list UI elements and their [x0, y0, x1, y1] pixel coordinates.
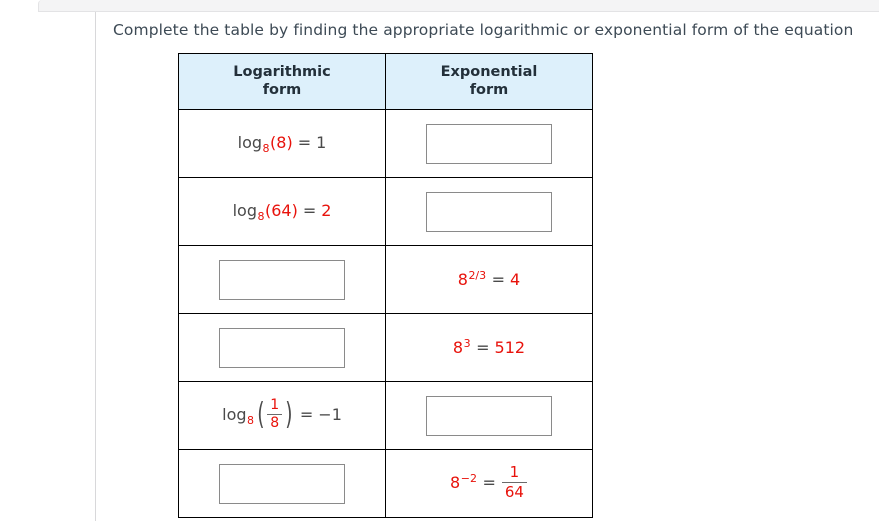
log-base: 8	[257, 210, 265, 224]
paren-close: )	[285, 396, 293, 432]
fraction-one-sixtyfourth: 1 64	[501, 463, 527, 501]
log-base: 8	[247, 414, 255, 428]
paren-close: )	[291, 201, 298, 221]
header-exponential-line1: Exponential	[440, 64, 538, 80]
fraction-numerator: 1	[270, 397, 280, 414]
fraction-denominator: 8	[270, 414, 280, 431]
paren-open: (	[256, 396, 265, 432]
header-exponential-form: Exponential form	[385, 52, 593, 111]
cell-exp-form-row-2	[385, 177, 593, 247]
expression-8-pow-neg-2: 8−2 = 1 64	[450, 463, 528, 501]
fraction-one-eighth: 18	[267, 397, 283, 431]
equals-sign: =	[302, 201, 317, 221]
cell-exp-form-row-1	[385, 109, 593, 179]
log-keyword: log	[222, 405, 247, 425]
answer-input-exp-row-5[interactable]	[426, 395, 552, 436]
result-value: 4	[510, 270, 521, 290]
fraction-denominator: 64	[504, 482, 524, 501]
equals-sign: =	[476, 338, 490, 358]
left-rail-divider	[0, 12, 96, 521]
table-row: 8−2 = 1 64	[178, 449, 593, 519]
cell-log-form-row-6	[178, 449, 386, 519]
table-row: log8(1 8) = −1	[178, 381, 593, 451]
result-value: 512	[494, 338, 526, 358]
content-area: Complete the table by finding the approp…	[97, 12, 879, 521]
equals-sign: =	[297, 133, 312, 153]
expression-log-8-of-8: log8(8) = 1	[238, 135, 327, 154]
log-argument: 64	[271, 201, 292, 221]
question-prompt: Complete the table by finding the approp…	[113, 21, 854, 39]
cell-log-form-row-5: log8(1 8) = −1	[178, 381, 386, 451]
exp-base: 8	[457, 270, 468, 290]
equals-sign: =	[491, 270, 506, 290]
window-top-strip	[38, 0, 879, 12]
cell-exp-form-row-5	[385, 381, 593, 451]
log-base: 8	[262, 142, 270, 156]
result-value: 1	[316, 133, 327, 153]
exp-exponent: −2	[460, 472, 477, 486]
log-keyword: log	[232, 201, 257, 221]
exp-base: 8	[452, 338, 464, 358]
equals-sign: =	[482, 473, 496, 493]
exp-exponent: 2/3	[468, 269, 487, 283]
answer-input-log-row-4[interactable]	[219, 327, 345, 368]
exp-exponent: 3	[463, 337, 471, 351]
expression-log-8-of-64: log8(64) = 2	[233, 203, 332, 222]
table-row: log8(8) = 1	[178, 109, 593, 179]
cell-exp-form-row-6: 8−2 = 1 64	[385, 449, 593, 519]
result-value: 2	[321, 201, 332, 221]
answer-input-log-row-3[interactable]	[219, 259, 345, 300]
log-argument: 8	[276, 133, 287, 153]
header-logarithmic-line2: form	[262, 82, 302, 99]
equals-sign: =	[299, 405, 314, 425]
table-row: log8(64) = 2	[178, 177, 593, 247]
log-exp-table: Logarithmic form Exponential form log8(8…	[178, 52, 593, 519]
cell-log-form-row-4	[178, 313, 386, 383]
header-exponential-line2: form	[469, 82, 509, 99]
answer-input-exp-row-1[interactable]	[426, 123, 552, 164]
cell-log-form-row-1: log8(8) = 1	[178, 109, 386, 179]
header-logarithmic-line1: Logarithmic	[233, 64, 331, 80]
result-value: −1	[318, 405, 342, 425]
table-row: 82/3 = 4	[178, 245, 593, 315]
table-header-row: Logarithmic form Exponential form	[178, 52, 593, 111]
expression-8-pow-3: 83 = 512	[453, 338, 525, 356]
cell-exp-form-row-4: 83 = 512	[385, 313, 593, 383]
cell-log-form-row-3	[178, 245, 386, 315]
cell-exp-form-row-3: 82/3 = 4	[385, 245, 593, 315]
paren-close: )	[286, 133, 293, 153]
answer-input-exp-row-2[interactable]	[426, 191, 552, 232]
fraction-numerator: 1	[509, 463, 520, 482]
exp-base: 8	[450, 473, 461, 493]
table-row: 83 = 512	[178, 313, 593, 383]
cell-log-form-row-2: log8(64) = 2	[178, 177, 386, 247]
expression-log-8-of-one-eighth: log8(1 8) = −1	[222, 396, 342, 432]
answer-input-log-row-6[interactable]	[219, 463, 345, 504]
header-logarithmic-form: Logarithmic form	[178, 52, 386, 111]
log-keyword: log	[237, 133, 263, 153]
expression-8-pow-2-3: 82/3 = 4	[458, 270, 520, 288]
